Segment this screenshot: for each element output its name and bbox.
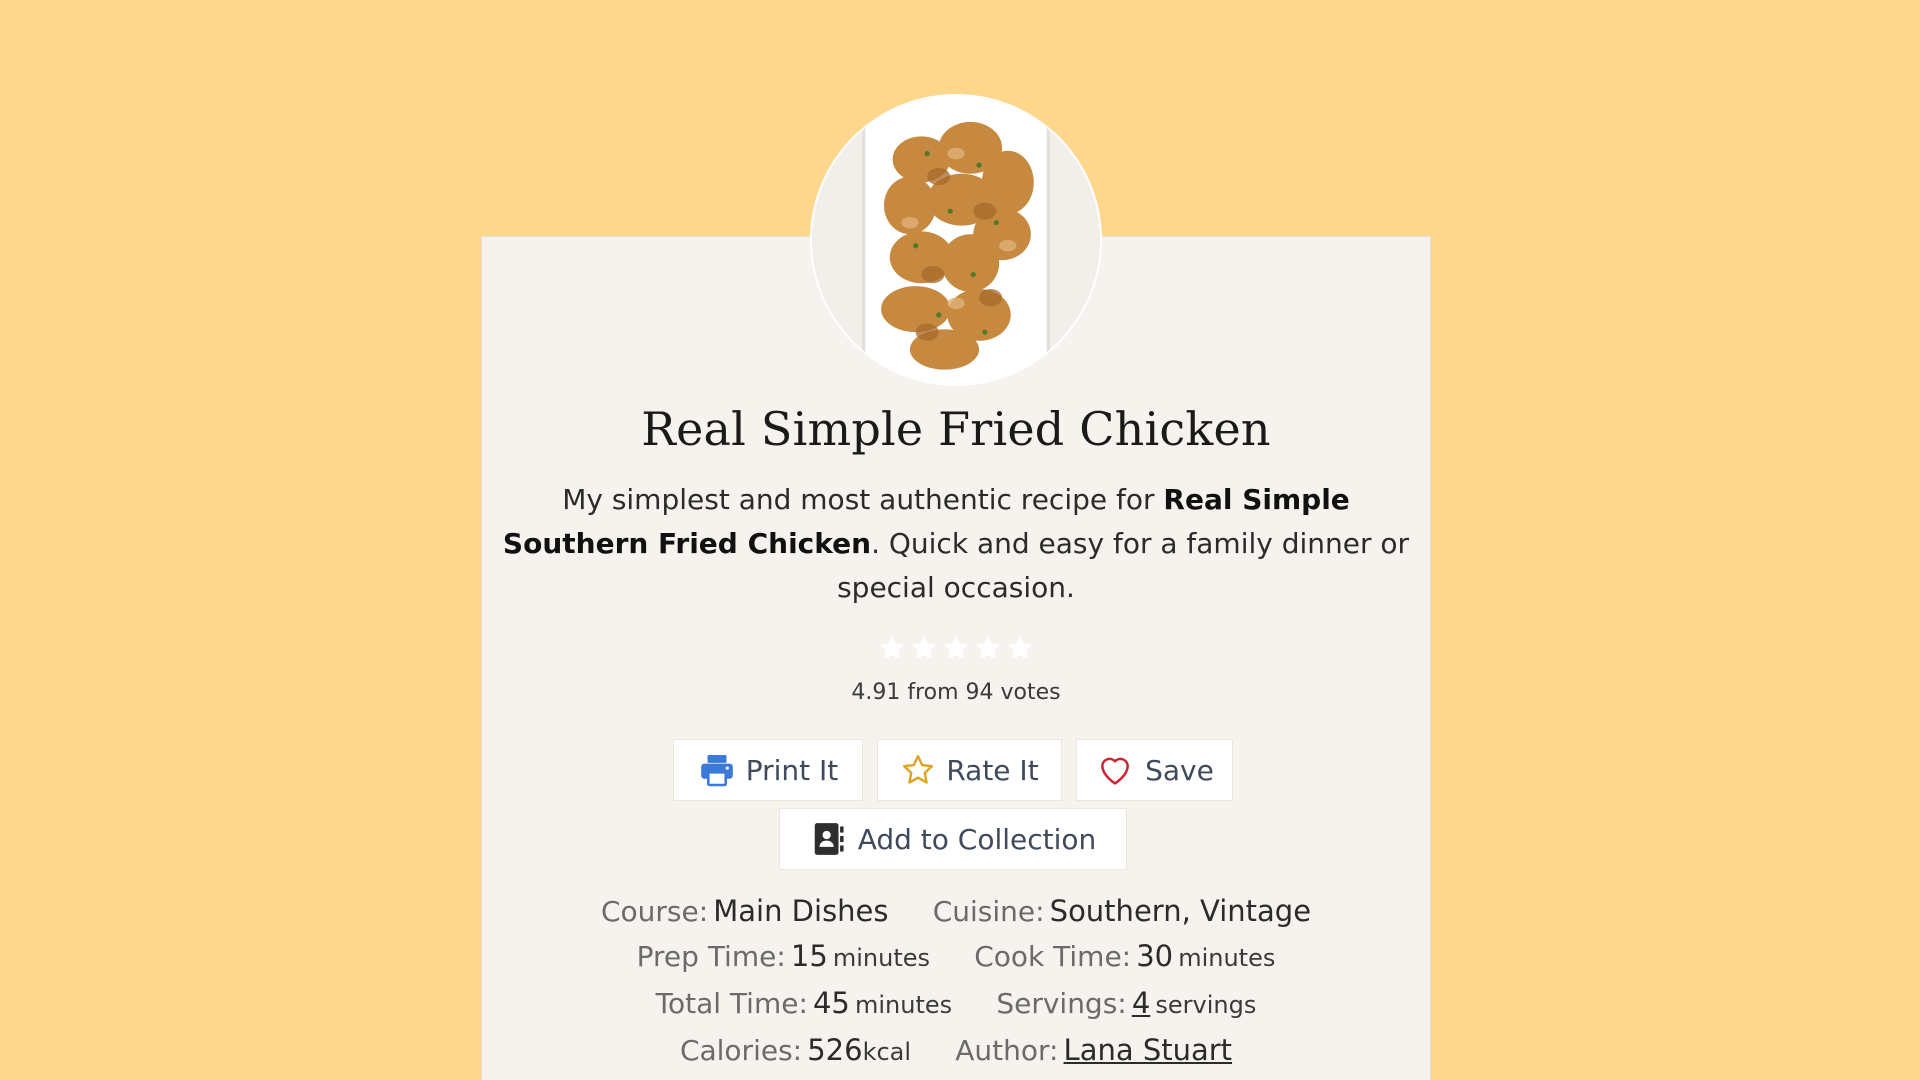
- star-filled-icon[interactable]: [908, 632, 940, 664]
- add-to-collection-button[interactable]: Add to Collection: [779, 808, 1127, 870]
- add-to-collection-label: Add to Collection: [857, 822, 1097, 856]
- meta-row-total-servings: Total Time: 45 minutes Servings: 4 servi…: [481, 986, 1431, 1020]
- calories-unit: kcal: [862, 1038, 912, 1066]
- prep-time-label: Prep Time:: [636, 940, 786, 973]
- servings-unit: servings: [1155, 991, 1257, 1019]
- cook-time-label: Cook Time:: [974, 940, 1132, 973]
- recipe-title: Real Simple Fried Chicken: [641, 402, 1271, 456]
- rate-button[interactable]: Rate It: [877, 739, 1062, 801]
- total-time-unit: minutes: [854, 991, 953, 1019]
- calories-value: 526: [807, 1033, 863, 1067]
- meta-row-calories-author: Calories: 526kcal Author: Lana Stuart: [481, 1033, 1431, 1067]
- print-button[interactable]: Print It: [673, 739, 863, 801]
- calories-label: Calories:: [679, 1034, 803, 1067]
- recipe-photo: [810, 94, 1102, 386]
- rating-votes: 4.91 from 94 votes: [851, 680, 1061, 705]
- star-filled-icon[interactable]: [972, 632, 1004, 664]
- save-button-label: Save: [1145, 753, 1214, 787]
- author-label: Author:: [955, 1034, 1059, 1067]
- servings-label: Servings:: [996, 987, 1127, 1020]
- meta-row-prep-cook: Prep Time: 15 minutes Cook Time: 30 minu…: [481, 939, 1431, 973]
- print-button-label: Print It: [745, 753, 839, 787]
- cuisine-label: Cuisine:: [932, 895, 1045, 928]
- contact-book-icon: [814, 823, 844, 855]
- servings-value-link[interactable]: 4: [1132, 986, 1150, 1020]
- cook-time-value: 30: [1136, 939, 1174, 973]
- fried-chicken-image: [812, 96, 1100, 384]
- heart-outline-icon: [1101, 757, 1130, 785]
- cook-time-unit: minutes: [1178, 944, 1276, 972]
- meta-row-course-cuisine: Course: Main Dishes Cuisine: Southern, V…: [481, 894, 1431, 928]
- recipe-summary: My simplest and most authentic recipe fo…: [496, 478, 1416, 610]
- course-value: Main Dishes: [713, 894, 889, 928]
- course-label: Course:: [600, 895, 709, 928]
- summary-text-part2: . Quick and easy for a family dinner or …: [837, 527, 1410, 604]
- page: Real Simple Fried Chicken My simplest an…: [0, 0, 1920, 1080]
- prep-time-value: 15: [790, 939, 828, 973]
- star-outline-icon: [903, 755, 934, 784]
- total-time-value: 45: [812, 986, 850, 1020]
- star-filled-icon[interactable]: [940, 632, 972, 664]
- summary-text-part1: My simplest and most authentic recipe fo…: [562, 483, 1164, 516]
- prep-time-unit: minutes: [832, 944, 931, 972]
- author-link[interactable]: Lana Stuart: [1064, 1033, 1233, 1067]
- rate-button-label: Rate It: [946, 753, 1039, 787]
- rating-stars[interactable]: [876, 632, 1036, 668]
- star-filled-icon[interactable]: [876, 632, 908, 664]
- printer-icon: [700, 754, 733, 787]
- save-button[interactable]: Save: [1076, 739, 1233, 801]
- cuisine-value: Southern, Vintage: [1049, 894, 1312, 928]
- total-time-label: Total Time:: [655, 987, 808, 1020]
- star-filled-icon[interactable]: [1004, 632, 1036, 664]
